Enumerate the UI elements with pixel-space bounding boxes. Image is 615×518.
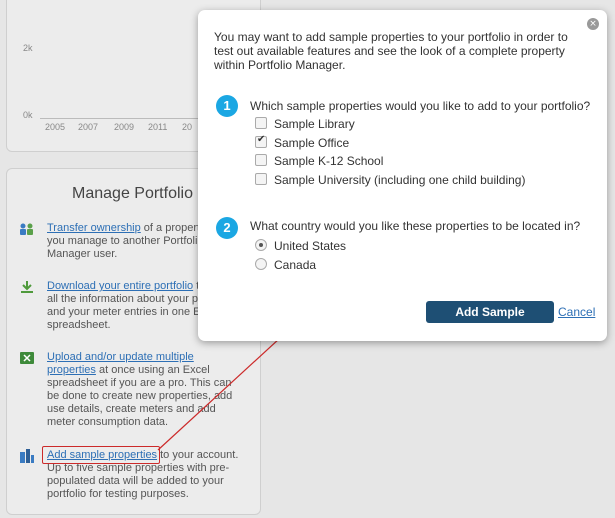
step-1-question: Which sample properties would you like t…	[250, 99, 591, 113]
step-2-badge: 2	[216, 217, 238, 239]
sample-university-checkbox[interactable]: Sample University (including one child b…	[255, 173, 525, 189]
checkbox-icon[interactable]	[255, 154, 267, 166]
option-label: Sample Library	[274, 117, 355, 131]
option-label: Sample K-12 School	[274, 154, 384, 168]
option-label: United States	[274, 239, 347, 253]
checkbox-icon[interactable]	[255, 173, 267, 185]
option-label: Canada	[274, 258, 317, 272]
cancel-link[interactable]: Cancel	[558, 305, 595, 319]
radio-icon[interactable]	[255, 258, 267, 270]
radio-selected-icon[interactable]	[255, 239, 267, 251]
dialog-intro-text: You may want to add sample properties to…	[214, 30, 568, 72]
canada-radio[interactable]: Canada	[255, 258, 316, 274]
united-states-radio[interactable]: United States	[255, 239, 346, 255]
option-label: Sample Office	[274, 136, 350, 150]
checkbox-icon[interactable]	[255, 117, 267, 129]
sample-office-checkbox[interactable]: Sample Office	[255, 134, 350, 152]
step-2-question: What country would you like these proper…	[250, 219, 581, 233]
checkbox-checked-icon[interactable]	[255, 134, 267, 148]
sample-library-checkbox[interactable]: Sample Library	[255, 117, 355, 133]
add-sample-properties-dialog: × You may want to add sample properties …	[198, 10, 607, 341]
sample-k12-school-checkbox[interactable]: Sample K-12 School	[255, 154, 383, 170]
option-label: Sample University (including one child b…	[274, 173, 526, 187]
add-sample-properties-button[interactable]: Add Sample Properties	[426, 301, 554, 341]
close-icon[interactable]: ×	[587, 18, 599, 30]
step-1-badge: 1	[216, 95, 238, 117]
